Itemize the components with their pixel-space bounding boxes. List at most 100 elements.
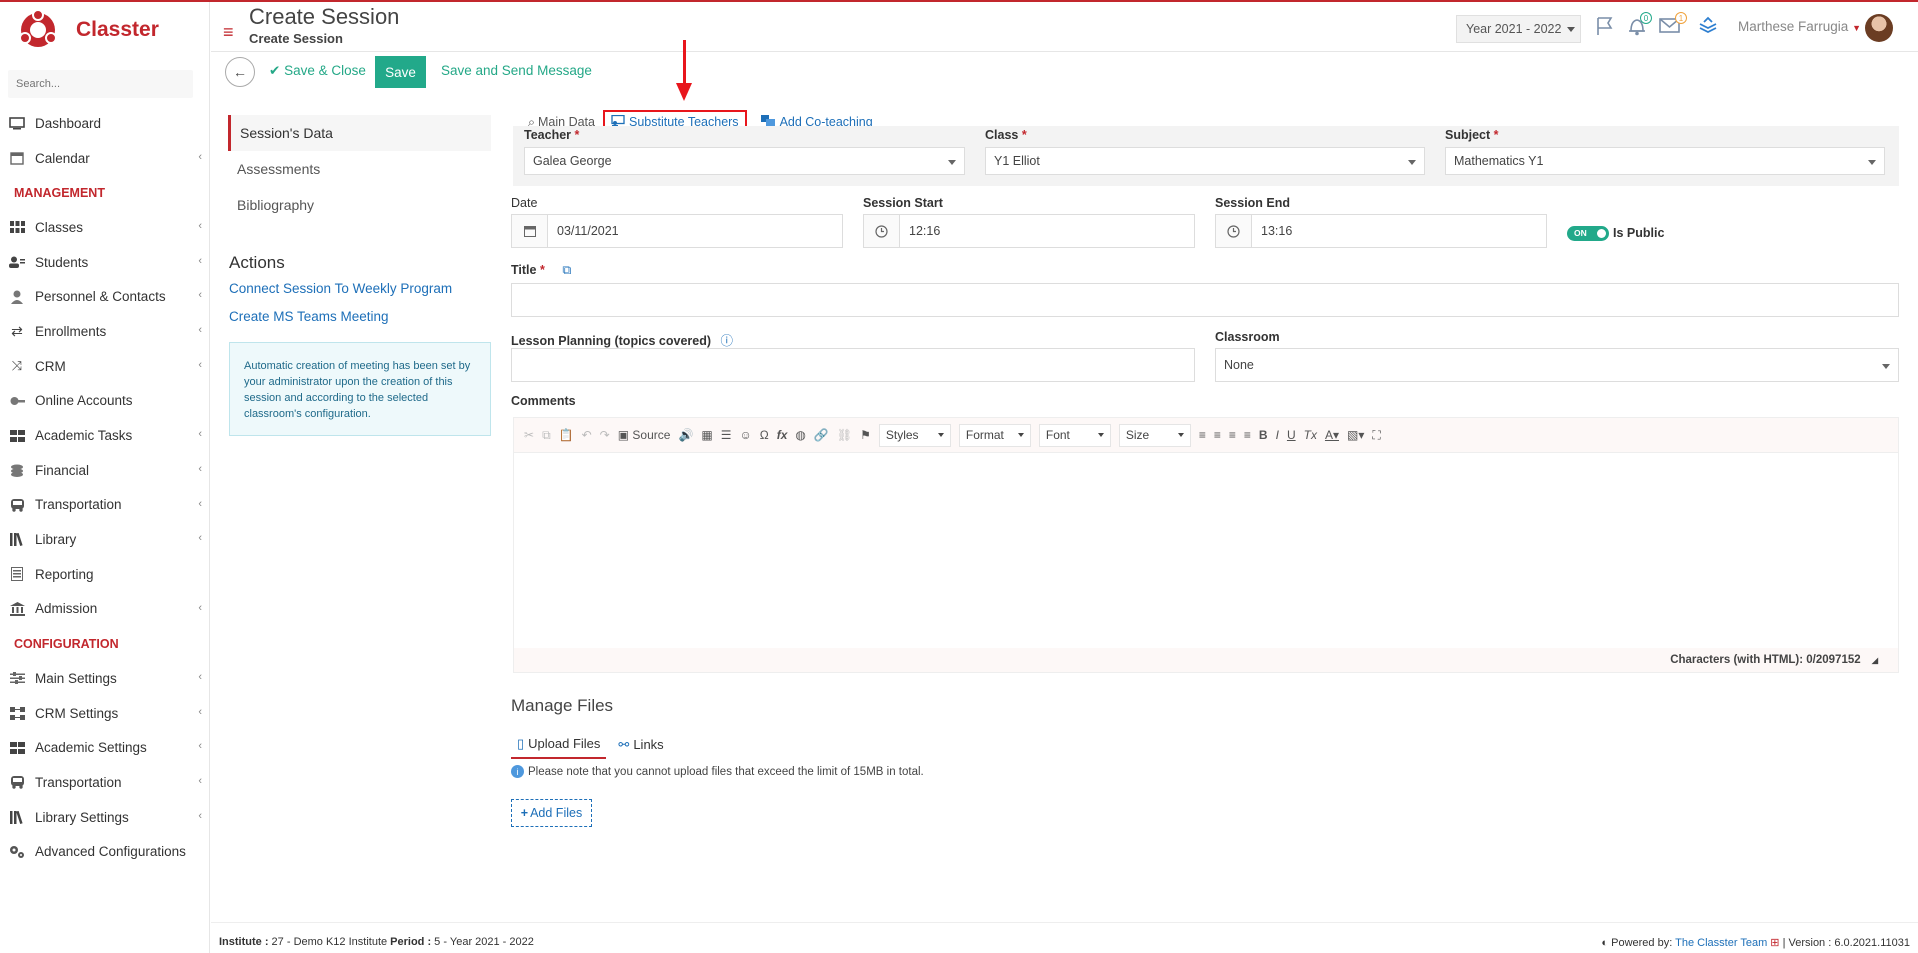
sidebar-item-classes[interactable]: Classes ‹	[0, 210, 210, 245]
omega-icon[interactable]: Ω	[760, 428, 769, 442]
user-name[interactable]: Marthese Farrugia ▼	[1738, 19, 1861, 34]
underline-icon[interactable]: U	[1287, 428, 1296, 442]
sidebar-item-admission[interactable]: Admission ‹	[0, 592, 210, 627]
sidebar-nav: Dashboard Calendar ‹ MANAGEMENT Classes ‹ …	[0, 106, 210, 869]
sidebar-item-crm[interactable]: ⤨ CRM ‹	[0, 349, 210, 384]
sidebar-item-transportation[interactable]: Transportation ‹	[0, 488, 210, 523]
font-dropdown[interactable]: Font	[1038, 423, 1111, 447]
table-icon[interactable]: ▦	[701, 428, 712, 442]
sidebar-item-reporting[interactable]: Reporting	[0, 557, 210, 592]
copy-icon[interactable]: ⧉	[542, 428, 551, 443]
gift-icon: ⊞	[1770, 937, 1780, 949]
lesson-planning-input[interactable]	[511, 348, 1195, 382]
sidebar-item-crm-settings[interactable]: CRM Settings ‹	[0, 696, 210, 731]
sidebar-item-library-settings[interactable]: Library Settings ‹	[0, 800, 210, 835]
format-dropdown[interactable]: Format	[958, 423, 1031, 447]
background-color-icon[interactable]: ▧▾	[1347, 428, 1364, 442]
date-input[interactable]: 03/11/2021	[511, 214, 843, 248]
sidebar-item-main-settings[interactable]: Main Settings ‹	[0, 661, 210, 696]
info-icon[interactable]: ⓘ	[721, 334, 734, 348]
flag-icon[interactable]	[1595, 16, 1615, 39]
save-button[interactable]: Save	[375, 56, 426, 88]
redo-icon[interactable]: ↷	[600, 428, 610, 442]
files-note: i Please note that you cannot upload file…	[511, 765, 924, 778]
sidebar-item-students[interactable]: Students ‹	[0, 245, 210, 280]
tab-links[interactable]: ⚯ Links	[612, 730, 669, 759]
session-end-input[interactable]: 13:16	[1215, 214, 1547, 248]
sidebar-item-academic-settings[interactable]: Academic Settings ‹	[0, 730, 210, 765]
users-icon	[8, 255, 26, 269]
maximize-icon[interactable]: ⛶	[1372, 428, 1380, 443]
text-color-icon[interactable]: A▾	[1325, 428, 1339, 442]
key-icon	[8, 394, 26, 408]
italic-icon[interactable]: I	[1276, 428, 1279, 442]
hamburger-menu-icon[interactable]: ≡	[223, 22, 234, 43]
globe-icon[interactable]: ◍	[795, 428, 805, 442]
save-send-message-button[interactable]: Save and Send Message	[441, 63, 592, 78]
teacher-select[interactable]: Galea George	[524, 147, 965, 175]
sidebar-item-transportation-settings[interactable]: Transportation ‹	[0, 765, 210, 800]
justify-icon[interactable]: ≡	[1244, 428, 1251, 442]
class-select[interactable]: Y1 Elliot	[985, 147, 1425, 175]
sliders-icon	[8, 671, 26, 685]
copy-icon[interactable]: ⧉	[562, 263, 571, 277]
add-files-button[interactable]: + Add Files	[511, 799, 592, 827]
tab-bibliography[interactable]: Bibliography	[228, 187, 491, 223]
paste-icon[interactable]: 📋	[559, 428, 574, 442]
logo[interactable]: Classter	[18, 9, 159, 50]
clear-format-icon[interactable]: Tx	[1304, 428, 1317, 442]
avatar[interactable]	[1865, 14, 1893, 42]
classroom-select[interactable]: None	[1215, 348, 1899, 382]
sidebar-item-academic-tasks[interactable]: Academic Tasks ‹	[0, 418, 210, 453]
sidebar-search-input[interactable]	[8, 70, 193, 98]
sidebar-item-financial[interactable]: Financial ‹	[0, 453, 210, 488]
actions-title: Actions	[229, 253, 285, 272]
is-public-toggle[interactable]: ON	[1567, 226, 1609, 241]
save-close-button[interactable]: ✔ Save & Close	[269, 63, 366, 79]
sidebar-item-library[interactable]: Library ‹	[0, 522, 210, 557]
tab-upload-files[interactable]: ▯ Upload Files	[511, 730, 607, 759]
chevron-left-icon: ‹	[198, 428, 202, 441]
styles-dropdown[interactable]: Styles	[878, 423, 951, 447]
sidebar-item-personnel[interactable]: Personnel & Contacts ‹	[0, 279, 210, 314]
create-teams-meeting-link[interactable]: Create MS Teams Meeting	[229, 309, 389, 324]
chevron-left-icon: ‹	[198, 601, 202, 614]
subject-select[interactable]: Mathematics Y1	[1445, 147, 1885, 175]
cut-icon[interactable]: ✂	[524, 428, 534, 442]
connect-weekly-program-link[interactable]: Connect Session To Weekly Program	[229, 281, 452, 296]
align-right-icon[interactable]: ≡	[1229, 428, 1236, 442]
caret-down-icon	[1097, 433, 1104, 437]
link-icon[interactable]: 🔗	[814, 428, 829, 442]
source-button[interactable]: ▣ Source	[618, 428, 671, 442]
anchor-flag-icon[interactable]: ⚑	[860, 428, 871, 442]
back-button[interactable]: ←	[225, 57, 255, 87]
undo-icon[interactable]: ↶	[582, 428, 592, 442]
tab-assessments[interactable]: Assessments	[228, 151, 491, 187]
sidebar-item-enrollments[interactable]: ⇄ Enrollments ‹	[0, 314, 210, 349]
sidebar-item-dashboard[interactable]: Dashboard	[0, 106, 210, 141]
size-dropdown[interactable]: Size	[1118, 423, 1191, 447]
chevron-left-icon: ‹	[198, 462, 202, 475]
year-selector[interactable]: Year 2021 - 2022	[1456, 15, 1581, 43]
comments-editor[interactable]: ✂ ⧉ 📋 ↶ ↷ ▣ Source 🔊 ▦ ☰ ☺ Ω fx ◍ 🔗 ⛓ ⚑ …	[513, 417, 1899, 673]
title-label: Title * ⧉	[511, 263, 572, 277]
unlink-icon[interactable]: ⛓	[837, 428, 852, 442]
bold-icon[interactable]: B	[1259, 428, 1268, 442]
horizontal-line-icon[interactable]: ☰	[721, 428, 732, 442]
caret-down-icon	[948, 160, 956, 165]
layers-icon[interactable]	[1698, 16, 1718, 39]
align-center-icon[interactable]: ≡	[1214, 428, 1221, 442]
align-left-icon[interactable]: ≡	[1199, 428, 1206, 442]
smiley-icon[interactable]: ☺	[740, 428, 752, 442]
sidebar-item-advanced-configurations[interactable]: Advanced Configurations	[0, 834, 210, 869]
sidebar-item-online-accounts[interactable]: Online Accounts	[0, 384, 210, 419]
tab-sessions-data[interactable]: Session's Data	[228, 115, 491, 151]
info-icon: i	[511, 765, 524, 778]
title-input[interactable]	[511, 283, 1899, 317]
resize-handle-icon[interactable]: ◢	[1872, 656, 1878, 665]
formula-icon[interactable]: fx	[777, 428, 788, 442]
sidebar-item-calendar[interactable]: Calendar ‹	[0, 141, 210, 176]
session-start-input[interactable]: 12:16	[863, 214, 1195, 248]
classter-team-link[interactable]: The Classter Team	[1675, 937, 1767, 949]
speaker-icon[interactable]: 🔊	[678, 428, 693, 442]
